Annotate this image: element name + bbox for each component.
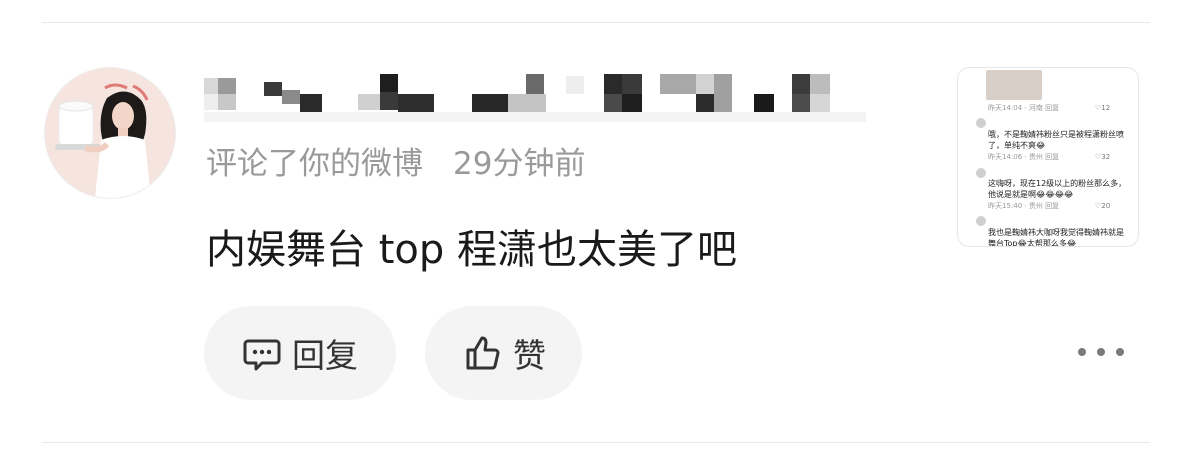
comment-meta: 评论了你的微博 29分钟前 <box>206 142 585 186</box>
comment-content: 内娱舞台 top 程潇也太美了吧 <box>206 227 737 273</box>
thumb-line: 他说是就是啊😂😂😂😂 <box>988 190 1074 199</box>
thumbs-up-icon <box>463 333 503 373</box>
meta-action: 评论了你的微博 <box>206 146 423 182</box>
like-label: 赞 <box>513 336 546 375</box>
avatar-image <box>45 68 175 198</box>
reply-button[interactable]: 回复 <box>204 306 396 400</box>
pixelated-username <box>204 74 866 122</box>
like-button[interactable]: 赞 <box>425 306 582 400</box>
thumb-avatar <box>976 168 986 178</box>
top-divider <box>42 22 1150 23</box>
more-options-button[interactable] <box>1078 340 1124 364</box>
thumb-line: 舞台Top😂太帮那么多😂 <box>988 239 1077 247</box>
thumb-line: 我也是鞠婧祎大咖呀我觉得鞠婧祎就是 <box>988 228 1124 237</box>
thumb-likes: ♡32 <box>1095 153 1111 161</box>
chat-bubble-icon <box>242 333 282 373</box>
thumb-meta: 昨天14:06 · 贵州 回复 <box>988 153 1060 161</box>
thumb-avatar <box>976 118 986 128</box>
thumb-likes: ♡12 <box>1095 104 1111 112</box>
thumb-meta: 昨天14:04 · 河南 回复 <box>988 104 1060 112</box>
bottom-divider <box>42 442 1150 443</box>
thumb-meta: 昨天15:40 · 贵州 回复 <box>988 202 1060 210</box>
more-dot-icon <box>1116 348 1124 356</box>
thumb-avatar <box>976 216 986 226</box>
more-dot-icon <box>1078 348 1086 356</box>
thumb-line: 哦，不是鞠婧祎粉丝只是被程潇粉丝喷 <box>988 130 1124 139</box>
thumb-likes: ♡20 <box>1095 202 1111 210</box>
thumb-line: 这嗨呀，现在12级以上的粉丝那么多， <box>988 179 1127 188</box>
avatar[interactable] <box>44 67 176 199</box>
thumbnail-image <box>986 70 1042 100</box>
reply-label: 回复 <box>292 336 358 375</box>
thumb-line: 了，单纯不爽😂 <box>988 141 1046 150</box>
more-dot-icon <box>1097 348 1105 356</box>
username-mosaic[interactable] <box>204 72 866 126</box>
weibo-thumbnail[interactable]: 昨天14:04 · 河南 回复 ♡12 哦，不是鞠婧祎粉丝只是被程潇粉丝喷 了，… <box>957 67 1139 247</box>
comment-time: 29分钟前 <box>453 146 586 182</box>
